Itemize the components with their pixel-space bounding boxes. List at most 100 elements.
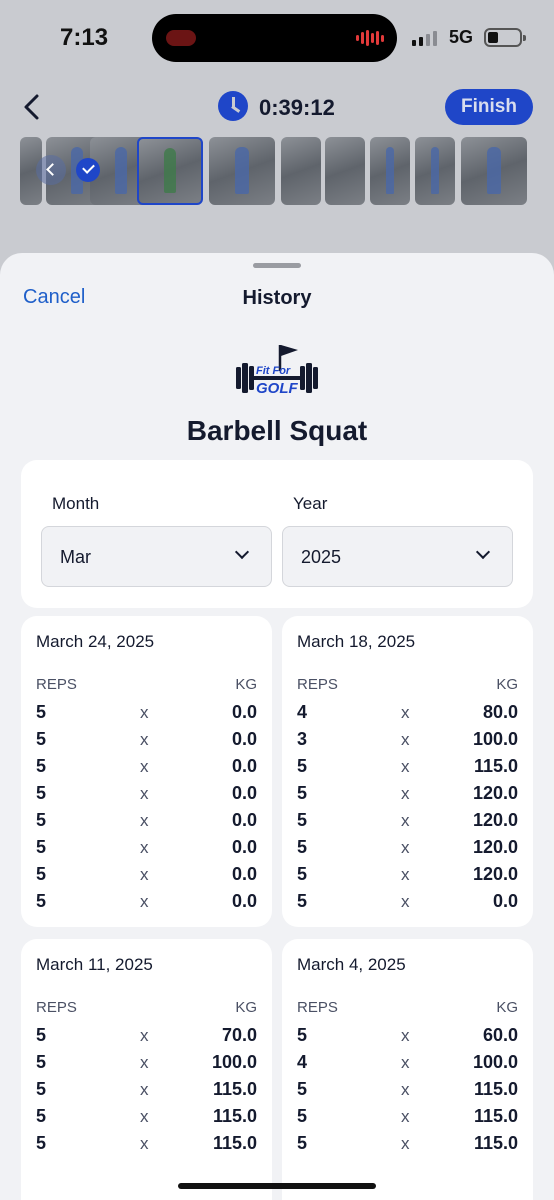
set-weight: 115.0 [212,1133,257,1153]
set-reps: 5 [297,756,308,776]
set-list: 5 x 60.0 4 x 100.0 5 x 115.0 5 x 115.0 5 x 115.0 [297,1023,518,1158]
set-weight: 115.0 [473,1106,518,1126]
set-separator: x [401,1053,410,1072]
exercise-thumbnail-strip[interactable] [20,137,554,205]
reps-column-header: REPS [36,999,77,1016]
kg-column-header: KG [235,999,257,1016]
set-row: 5 x 0.0 [36,754,257,781]
set-weight: 115.0 [473,1133,518,1153]
set-weight: 0.0 [231,891,257,911]
set-list: 5 x 70.0 5 x 100.0 5 x 115.0 5 x 115.0 5 x 115.0 [36,1023,257,1158]
exercise-thumbnail[interactable] [415,137,455,205]
set-separator: x [401,757,410,776]
set-reps: 5 [297,1025,308,1045]
history-session-card[interactable]: March 4, 2025 REPS KG 5 x 60.0 4 x 100.0 5 x 115.0 5… [282,939,533,1200]
history-session-card[interactable]: March 18, 2025 REPS KG 4 x 80.0 3 x 100.0 5 x 115.0… [282,616,533,927]
set-weight: 0.0 [231,864,257,884]
set-row: 5 x 120.0 [297,781,518,808]
kg-column-header: KG [496,676,518,693]
set-row: 5 x 115.0 [297,1077,518,1104]
clock-icon [218,91,248,121]
set-weight: 115.0 [473,756,518,776]
set-reps: 5 [36,783,47,803]
set-weight: 80.0 [482,702,518,722]
set-row: 5 x 0.0 [36,808,257,835]
back-arrow-icon[interactable] [18,92,46,122]
set-separator: x [140,1080,149,1099]
kg-column-header: KG [496,999,518,1016]
session-date: March 4, 2025 [297,955,406,974]
set-row: 5 x 60.0 [297,1023,518,1050]
finish-button[interactable]: Finish [445,89,533,125]
set-weight: 120.0 [472,837,518,857]
date-filter-card: Month Year Mar 2025 [21,460,533,608]
kg-column-header: KG [235,676,257,693]
set-separator: x [140,838,149,857]
set-weight: 115.0 [212,1079,257,1099]
status-bar: 7:13 5G [0,0,554,76]
set-weight: 100.0 [472,1052,518,1072]
set-row: 5 x 0.0 [36,781,257,808]
set-separator: x [401,703,410,722]
set-row: 5 x 0.0 [36,700,257,727]
set-row: 4 x 80.0 [297,700,518,727]
set-separator: x [401,892,410,911]
exercise-thumbnail[interactable] [370,137,410,205]
signal-icon [412,30,437,46]
year-select-value: 2025 [301,547,342,567]
month-label: Month [52,494,100,513]
exercise-thumbnail[interactable] [461,137,527,205]
set-weight: 100.0 [472,729,518,749]
set-reps: 4 [297,1052,308,1072]
history-sheet: History Cancel Fit For GOLF Barbell Squa… [0,253,554,1200]
session-date: March 11, 2025 [36,955,153,974]
set-reps: 5 [297,810,308,830]
exercise-thumbnail-current[interactable] [137,137,203,205]
session-date: March 24, 2025 [36,632,155,651]
set-row: 5 x 70.0 [36,1023,257,1050]
set-list: 4 x 80.0 3 x 100.0 5 x 115.0 5 x 120.0 5 x 120.0 5 x 120.… [297,700,518,916]
set-weight: 0.0 [231,837,257,857]
set-separator: x [401,865,410,884]
dynamic-island [152,14,397,62]
home-indicator[interactable] [178,1183,376,1189]
set-separator: x [140,730,149,749]
chevron-down-icon [234,544,250,560]
set-reps: 5 [297,891,308,911]
set-separator: x [140,703,149,722]
set-separator: x [401,1107,410,1126]
reps-column-header: REPS [36,676,77,693]
sheet-grabber[interactable] [253,263,301,268]
set-weight: 115.0 [473,1079,518,1099]
set-reps: 3 [297,729,308,749]
cancel-button[interactable]: Cancel [23,286,85,309]
set-separator: x [140,892,149,911]
set-reps: 5 [36,1025,47,1045]
set-separator: x [401,838,410,857]
fit-for-golf-logo: Fit For GOLF [234,341,320,399]
set-reps: 4 [297,702,308,722]
set-reps: 5 [36,1106,47,1126]
battery-icon [484,28,526,47]
set-row: 5 x 120.0 [297,835,518,862]
set-row: 4 x 100.0 [297,1050,518,1077]
set-row: 5 x 120.0 [297,862,518,889]
set-reps: 5 [36,729,47,749]
exercise-thumbnail[interactable] [325,137,365,205]
month-select[interactable]: Mar [41,526,272,587]
set-row: 5 x 115.0 [36,1077,257,1104]
set-row: 5 x 0.0 [36,835,257,862]
year-label: Year [293,494,328,513]
year-select[interactable]: 2025 [282,526,513,587]
network-type: 5G [449,27,474,47]
history-session-card[interactable]: March 11, 2025 REPS KG 5 x 70.0 5 x 100.0 5 x 115.0… [21,939,272,1200]
set-reps: 5 [297,783,308,803]
set-weight: 100.0 [211,1052,257,1072]
exercise-thumbnail[interactable] [209,137,275,205]
set-separator: x [140,811,149,830]
history-session-card[interactable]: March 24, 2025 REPS KG 5 x 0.0 5 x 0.0 5 x 0.0 5 x 0.0… [21,616,272,927]
exercise-thumbnail[interactable] [281,137,321,205]
scroll-left-icon[interactable] [36,155,66,185]
set-separator: x [140,784,149,803]
month-select-value: Mar [60,547,91,567]
